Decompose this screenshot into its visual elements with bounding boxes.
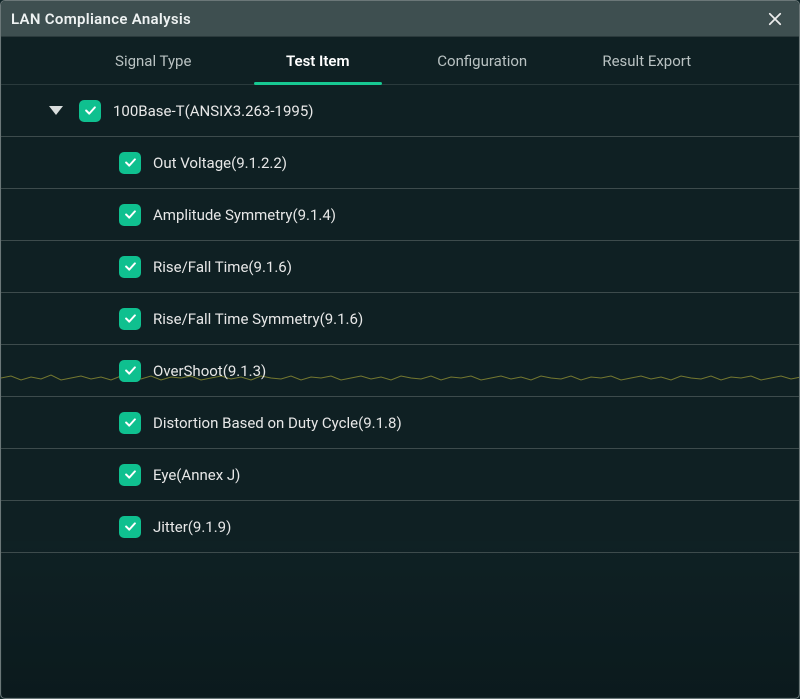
checkbox[interactable] — [119, 464, 141, 486]
close-button[interactable] — [761, 5, 789, 33]
titlebar: LAN Compliance Analysis — [1, 1, 799, 37]
check-icon — [123, 467, 138, 482]
tree-child-label: Jitter(9.1.9) — [153, 518, 231, 536]
tree-child-label: Out Voltage(9.1.2.2) — [153, 154, 287, 172]
tree-child-label: Eye(Annex J) — [153, 466, 240, 484]
tree-child-label: OverShoot(9.1.3) — [153, 362, 266, 380]
tree-child-row[interactable]: Rise/Fall Time(9.1.6) — [1, 241, 799, 293]
chevron-down-icon[interactable] — [49, 106, 63, 115]
tree-child-label: Distortion Based on Duty Cycle(9.1.8) — [153, 414, 402, 432]
tab-label: Signal Type — [115, 52, 191, 70]
tree-child-row[interactable]: Eye(Annex J) — [1, 449, 799, 501]
tree-child-label: Rise/Fall Time Symmetry(9.1.6) — [153, 310, 363, 328]
tree-parent-row[interactable]: 100Base-T(ANSIX3.263-1995) — [1, 85, 799, 137]
tree-child-row[interactable]: Jitter(9.1.9) — [1, 501, 799, 553]
tab-result-export[interactable]: Result Export — [565, 37, 730, 84]
check-icon — [123, 363, 138, 378]
tab-label: Test Item — [286, 52, 350, 70]
checkbox[interactable] — [119, 152, 141, 174]
test-item-list: 100Base-T(ANSIX3.263-1995) Out Voltage(9… — [1, 85, 799, 698]
tab-signal-type[interactable]: Signal Type — [71, 37, 236, 84]
tree-child-row[interactable]: OverShoot(9.1.3) — [1, 345, 799, 397]
tree-child-row[interactable]: Distortion Based on Duty Cycle(9.1.8) — [1, 397, 799, 449]
check-icon — [83, 103, 98, 118]
tab-label: Result Export — [602, 52, 691, 70]
checkbox[interactable] — [119, 308, 141, 330]
check-icon — [123, 311, 138, 326]
tab-bar: Signal Type Test Item Configuration Resu… — [1, 37, 799, 85]
tab-label: Configuration — [437, 52, 527, 70]
check-icon — [123, 207, 138, 222]
check-icon — [123, 259, 138, 274]
tree-parent-label: 100Base-T(ANSIX3.263-1995) — [113, 102, 314, 120]
check-icon — [123, 155, 138, 170]
checkbox[interactable] — [79, 100, 101, 122]
tab-test-item[interactable]: Test Item — [236, 37, 401, 84]
tree-child-label: Rise/Fall Time(9.1.6) — [153, 258, 292, 276]
lan-compliance-window: LAN Compliance Analysis Signal Type Test… — [0, 0, 800, 699]
close-icon — [766, 10, 784, 28]
window-title: LAN Compliance Analysis — [11, 10, 191, 28]
checkbox[interactable] — [119, 360, 141, 382]
checkbox[interactable] — [119, 256, 141, 278]
checkbox[interactable] — [119, 516, 141, 538]
check-icon — [123, 519, 138, 534]
tree-child-row[interactable]: Rise/Fall Time Symmetry(9.1.6) — [1, 293, 799, 345]
checkbox[interactable] — [119, 204, 141, 226]
tree-child-row[interactable]: Out Voltage(9.1.2.2) — [1, 137, 799, 189]
check-icon — [123, 415, 138, 430]
tree-child-label: Amplitude Symmetry(9.1.4) — [153, 206, 336, 224]
tree-child-row[interactable]: Amplitude Symmetry(9.1.4) — [1, 189, 799, 241]
tab-configuration[interactable]: Configuration — [400, 37, 565, 84]
checkbox[interactable] — [119, 412, 141, 434]
